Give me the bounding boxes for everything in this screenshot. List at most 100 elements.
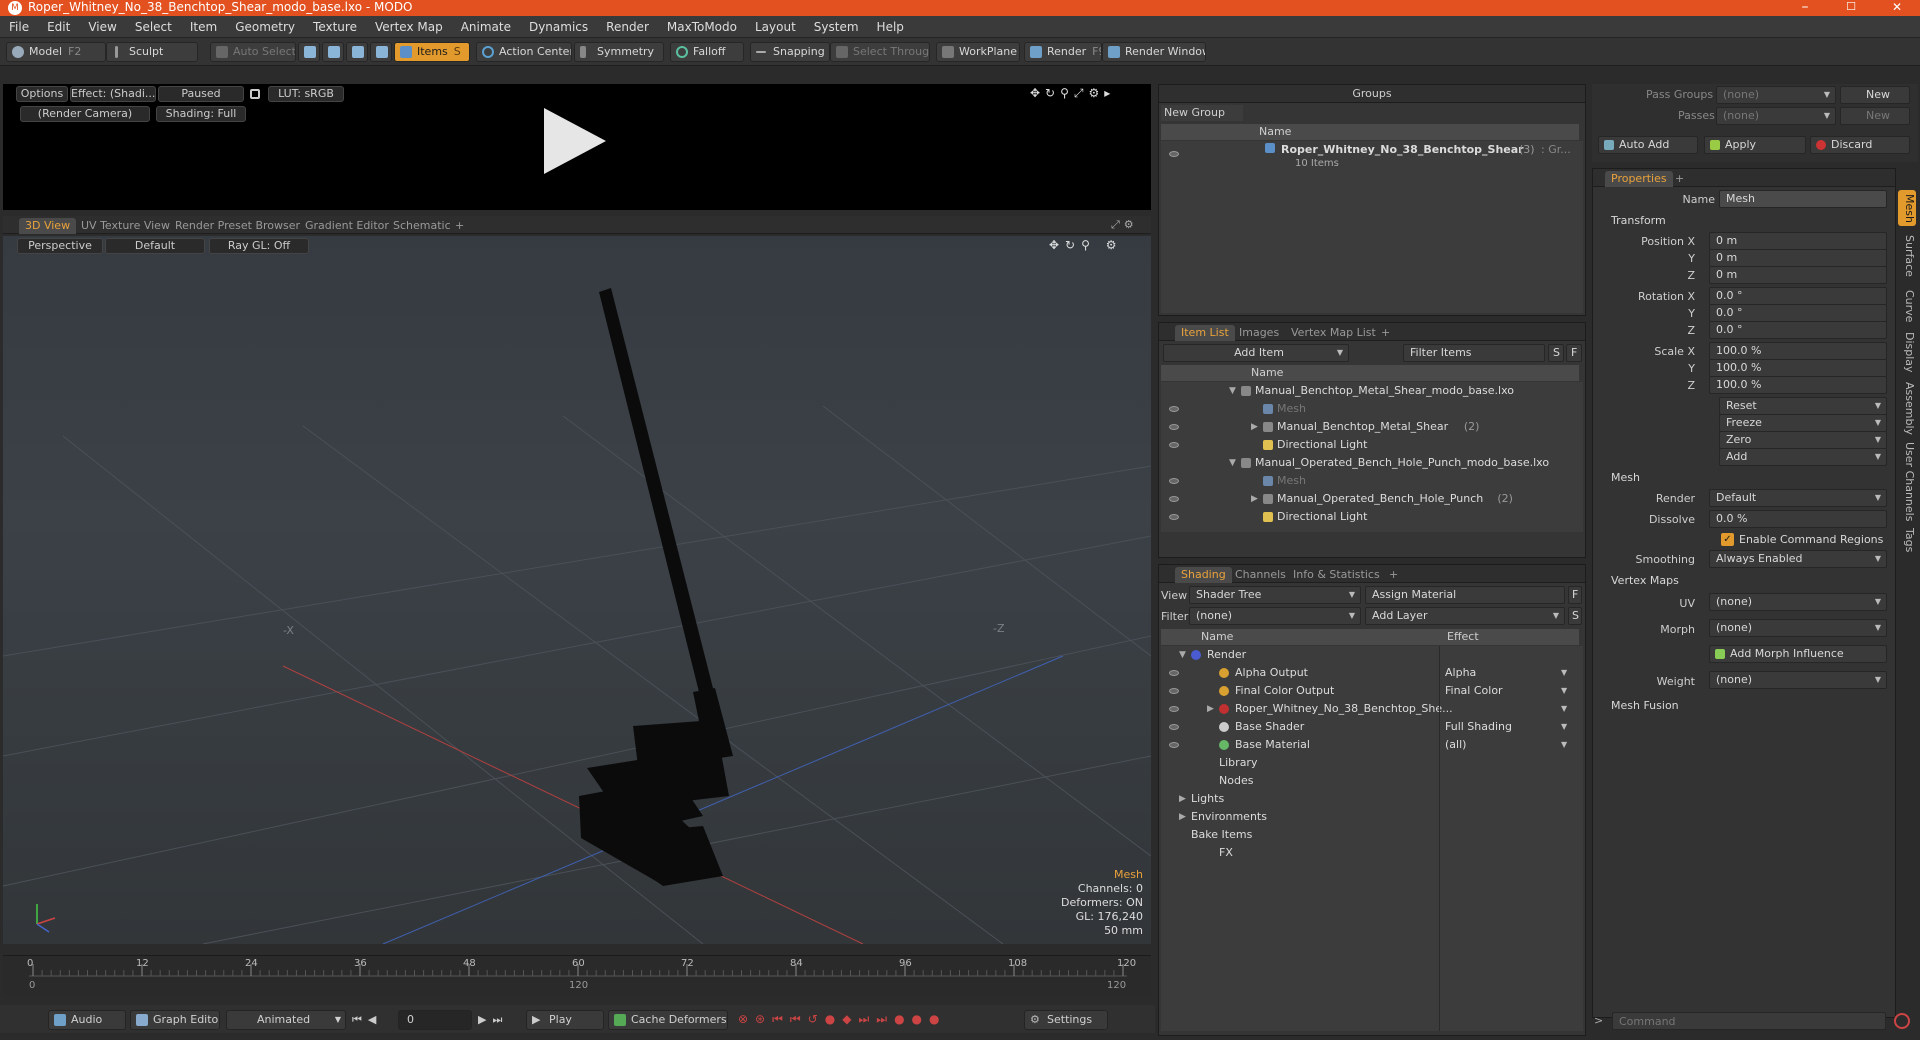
- uv-dropdown[interactable]: (none) ▼: [1709, 593, 1887, 611]
- visibility-eye-icon[interactable]: [1169, 496, 1179, 502]
- sidetab-surface[interactable]: Surface: [1898, 232, 1916, 280]
- shader-tree-row[interactable]: Library: [1161, 754, 1583, 772]
- tab-info-statistics[interactable]: Info & Statistics: [1287, 567, 1386, 583]
- menu-dynamics[interactable]: Dynamics: [520, 16, 597, 38]
- name-input[interactable]: Mesh: [1719, 190, 1887, 208]
- material-mode-button[interactable]: [370, 42, 392, 62]
- tab-schematic[interactable]: Schematic: [387, 218, 457, 234]
- tab-gradient-editor[interactable]: Gradient Editor: [299, 218, 395, 234]
- shader-tree-row[interactable]: Base Shader Full Shading ▼: [1161, 718, 1583, 736]
- shader-tree-row[interactable]: Nodes: [1161, 772, 1583, 790]
- menu-maxtomodo[interactable]: MaxToModo: [658, 16, 746, 38]
- graph-editor-button[interactable]: Graph Editor: [130, 1010, 220, 1030]
- action-center-button[interactable]: Action Center: [476, 42, 572, 62]
- auto-select-button[interactable]: Auto Select: [210, 42, 296, 62]
- visibility-eye-icon[interactable]: [1169, 514, 1179, 520]
- tab-item-list[interactable]: Item List: [1175, 325, 1235, 341]
- itemlist-s-button[interactable]: S: [1548, 344, 1564, 362]
- item-list-row[interactable]: ▶ Manual_Operated_Bench_Hole_Punch (2): [1161, 490, 1583, 508]
- add-layer-dropdown[interactable]: Add Layer ▼: [1365, 607, 1565, 625]
- preview-options-button[interactable]: Options: [16, 86, 68, 102]
- chevron-right-icon[interactable]: ▶: [1251, 418, 1258, 436]
- edge-mode-button[interactable]: [322, 42, 344, 62]
- tab-render-preset-browser[interactable]: Render Preset Browser: [169, 218, 306, 234]
- visibility-eye-icon[interactable]: [1169, 151, 1179, 157]
- item-list-row[interactable]: Mesh: [1161, 400, 1583, 418]
- chevron-down-icon[interactable]: ▼: [1561, 718, 1567, 736]
- shading-f-button[interactable]: F: [1568, 586, 1582, 604]
- chevron-right-icon[interactable]: ▶: [1207, 700, 1214, 718]
- assign-material-button[interactable]: Assign Material: [1365, 586, 1565, 604]
- render-dropdown[interactable]: Default ▼: [1709, 489, 1887, 507]
- tab-shading[interactable]: Shading: [1175, 567, 1232, 583]
- chevron-right-icon[interactable]: ▶: [1179, 790, 1186, 808]
- shader-tree-row[interactable]: ▶ Lights: [1161, 790, 1583, 808]
- shader-tree-row[interactable]: Alpha Output Alpha ▼: [1161, 664, 1583, 682]
- menu-system[interactable]: System: [805, 16, 868, 38]
- vertex-mode-button[interactable]: [298, 42, 320, 62]
- symmetry-button[interactable]: Symmetry: [574, 42, 664, 62]
- add-morph-influence-button[interactable]: Add Morph Influence: [1709, 645, 1887, 663]
- tab-vertex-map-list[interactable]: Vertex Map List: [1285, 325, 1382, 341]
- frame-step-back-icons[interactable]: ⏮◀: [352, 1013, 382, 1027]
- add-dropdown[interactable]: Add ▼: [1719, 448, 1887, 466]
- item-list-row[interactable]: Mesh: [1161, 472, 1583, 490]
- shader-effect-value[interactable]: Alpha: [1445, 664, 1476, 682]
- mesh-section[interactable]: Mesh: [1611, 471, 1640, 484]
- preview-shading-dropdown[interactable]: Shading: Full: [156, 106, 246, 122]
- sidetab-user-channels[interactable]: User Channels: [1898, 442, 1916, 521]
- cache-deformers-button[interactable]: Cache Deformers: [608, 1010, 728, 1030]
- zero-dropdown[interactable]: Zero ▼: [1719, 431, 1887, 449]
- viewport-nav-icons[interactable]: ✥↻⚲ ⚙: [1049, 238, 1122, 252]
- shading-s-button[interactable]: S: [1568, 607, 1582, 625]
- item-list-row[interactable]: ▼ Manual_Operated_Bench_Hole_Punch_modo_b…: [1161, 454, 1583, 472]
- visibility-eye-icon[interactable]: [1169, 706, 1179, 712]
- shader-tree-row[interactable]: ▶ Roper_Whitney_No_38_Benchtop_She... ▼: [1161, 700, 1583, 718]
- command-input[interactable]: [1612, 1012, 1886, 1030]
- rotation-z-input[interactable]: 0.0 °: [1709, 321, 1887, 339]
- view-dropdown[interactable]: Shader Tree ▼: [1189, 586, 1361, 604]
- shader-effect-value[interactable]: (all): [1445, 736, 1466, 754]
- vertex-maps-section[interactable]: Vertex Maps: [1611, 574, 1679, 587]
- dissolve-input[interactable]: 0.0 %: [1709, 510, 1887, 528]
- shader-effect-value[interactable]: Full Shading: [1445, 718, 1512, 736]
- visibility-eye-icon[interactable]: [1169, 424, 1179, 430]
- menu-geometry[interactable]: Geometry: [226, 16, 304, 38]
- visibility-eye-icon[interactable]: [1169, 724, 1179, 730]
- itemlist-f-button[interactable]: F: [1566, 344, 1582, 362]
- menu-help[interactable]: Help: [868, 16, 913, 38]
- position-x-input[interactable]: 0 m: [1709, 232, 1887, 250]
- visibility-eye-icon[interactable]: [1169, 742, 1179, 748]
- menu-vertex-map[interactable]: Vertex Map: [366, 16, 452, 38]
- shader-tree-row[interactable]: Bake Items: [1161, 826, 1583, 844]
- menu-layout[interactable]: Layout: [746, 16, 805, 38]
- animated-dropdown[interactable]: Animated ▼: [226, 1010, 346, 1030]
- chevron-down-icon[interactable]: ▼: [1229, 382, 1236, 400]
- record-macro-icon[interactable]: [1894, 1013, 1910, 1029]
- preview-lut-dropdown[interactable]: LUT: sRGB: [268, 86, 344, 102]
- shader-tree-row[interactable]: FX: [1161, 844, 1583, 862]
- items-mode-button[interactable]: Items S: [394, 42, 470, 62]
- rotation-y-input[interactable]: 0.0 °: [1709, 304, 1887, 322]
- discard-button[interactable]: Discard: [1810, 136, 1910, 154]
- apply-button[interactable]: Apply: [1704, 136, 1806, 154]
- sidetab-display[interactable]: Display: [1898, 330, 1916, 374]
- menu-render[interactable]: Render: [597, 16, 658, 38]
- filter-items-input[interactable]: Filter Items: [1403, 344, 1545, 362]
- chevron-down-icon[interactable]: ▼: [1561, 700, 1567, 718]
- key-record-icons[interactable]: ⊗⊛⏮⏮↺●◆⏭⏭●●●: [738, 1012, 946, 1027]
- mesh-fusion-section[interactable]: Mesh Fusion: [1611, 699, 1679, 712]
- preview-effect-dropdown[interactable]: Effect: (Shadi...: [70, 86, 156, 102]
- add-tab-button-shading[interactable]: +: [1383, 567, 1404, 583]
- item-list-row[interactable]: Directional Light: [1161, 508, 1583, 526]
- viewport-style-dropdown[interactable]: Default: [105, 238, 205, 254]
- 3d-viewport[interactable]: -X -Z Perspective Default Ray GL: Off ✥↻…: [3, 236, 1151, 944]
- falloff-button[interactable]: Falloff: [670, 42, 744, 62]
- menu-file[interactable]: File: [0, 16, 38, 38]
- shader-tree-row[interactable]: ▼ Render: [1161, 646, 1583, 664]
- add-item-dropdown[interactable]: Add Item ▼: [1163, 344, 1349, 362]
- enable-command-regions-checkbox[interactable]: ✓: [1721, 533, 1734, 546]
- transform-section[interactable]: Transform: [1611, 214, 1666, 227]
- audio-button[interactable]: Audio: [48, 1010, 126, 1030]
- maximize-button[interactable]: ☐: [1836, 0, 1866, 14]
